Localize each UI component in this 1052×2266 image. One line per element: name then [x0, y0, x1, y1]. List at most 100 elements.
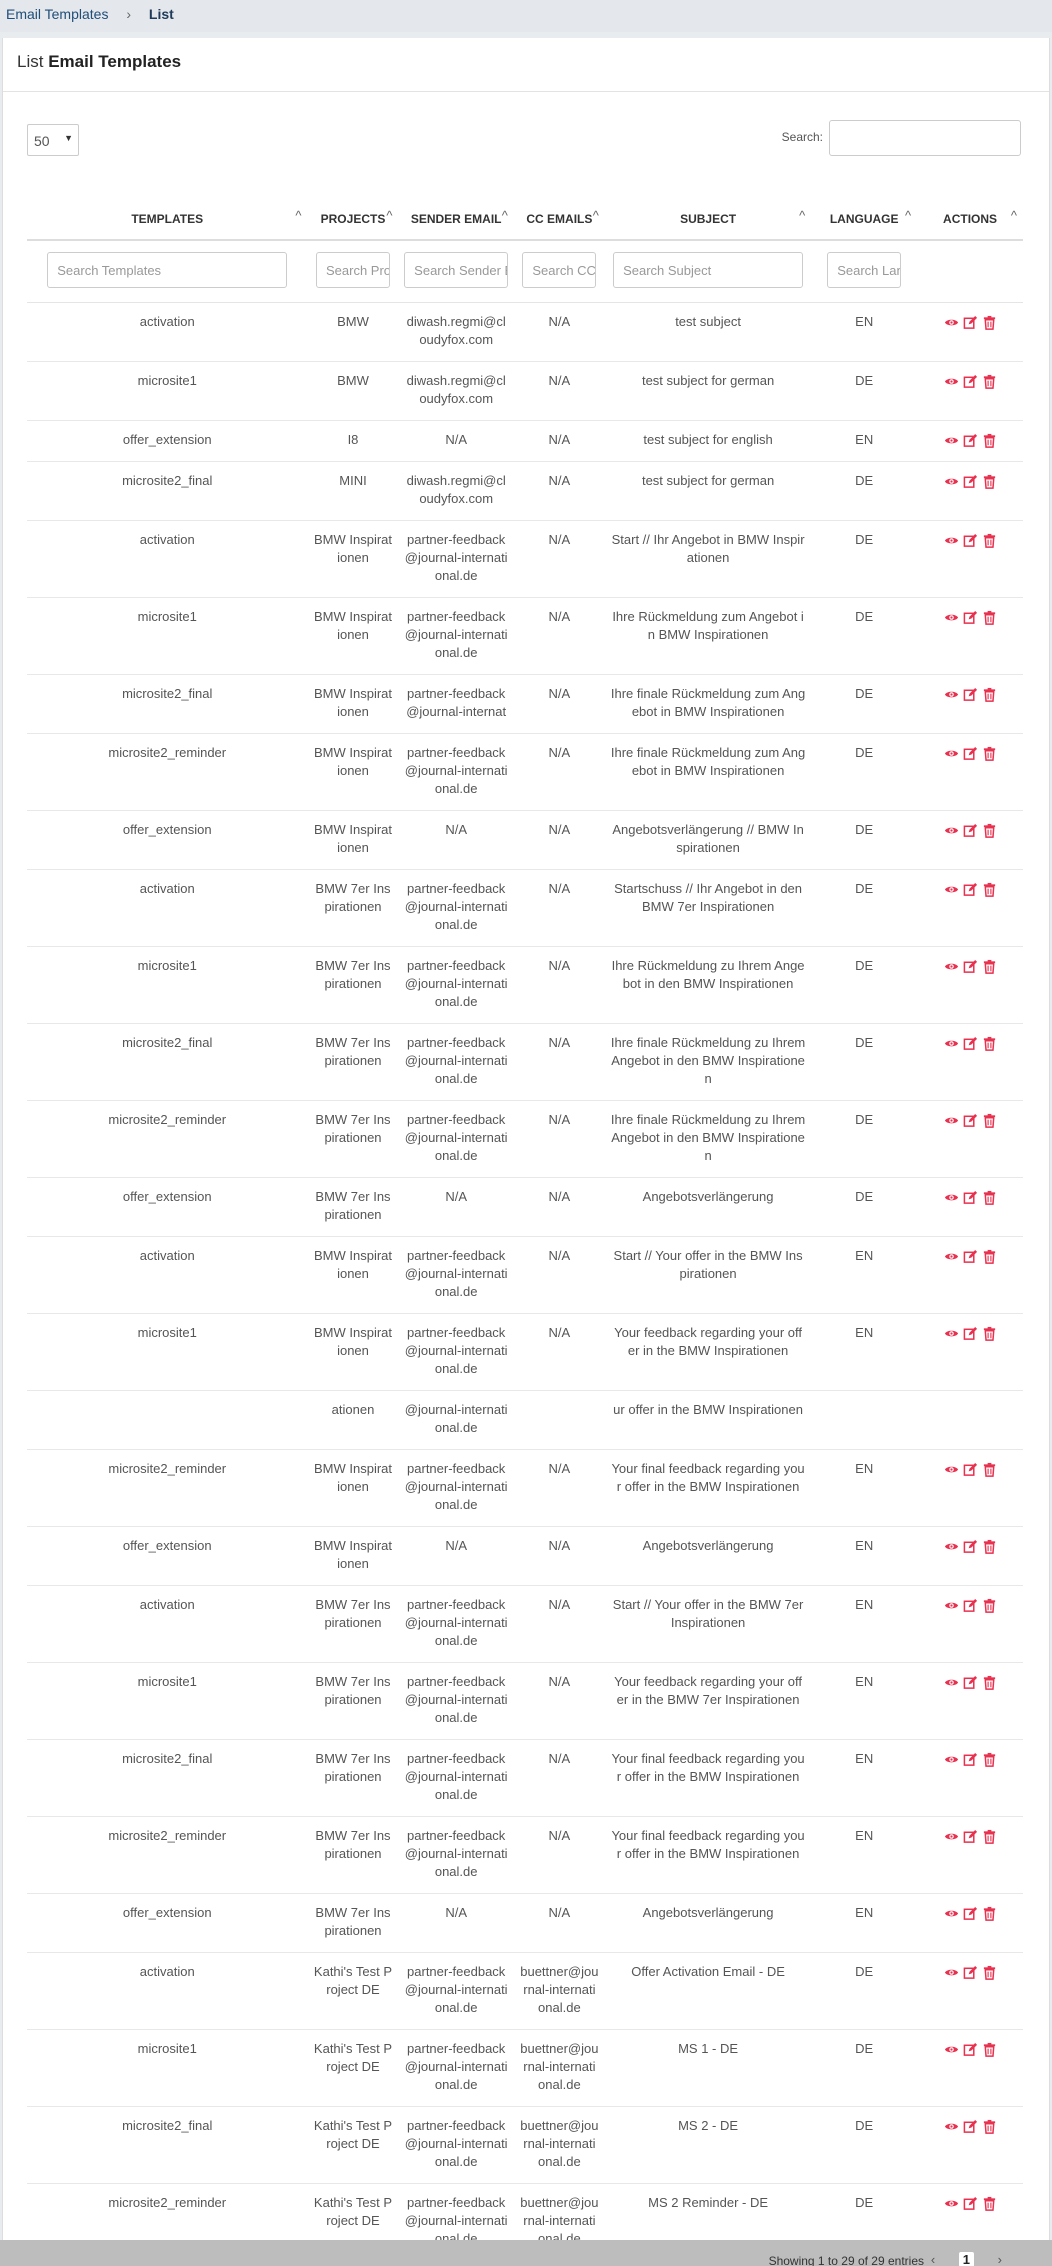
- eye-icon[interactable]: [944, 610, 959, 625]
- filter-input-templates[interactable]: Search Templates: [47, 251, 288, 288]
- project-link[interactable]: BMW 7er Inspirationen: [307, 869, 399, 947]
- project-link[interactable]: BMW Inspirationen: [307, 1449, 399, 1527]
- project-link[interactable]: BMW Inspirationen: [307, 520, 399, 598]
- edit-icon[interactable]: [963, 1326, 978, 1341]
- project-link[interactable]: BMW Inspirationen: [307, 733, 399, 811]
- edit-icon[interactable]: [963, 533, 978, 548]
- trash-icon[interactable]: [982, 2119, 997, 2134]
- filter-input-language[interactable]: Search Language: [827, 251, 902, 288]
- eye-icon[interactable]: [944, 1752, 959, 1767]
- eye-icon[interactable]: [944, 1906, 959, 1921]
- trash-icon[interactable]: [982, 610, 997, 625]
- sort-icon[interactable]: ^: [295, 208, 301, 223]
- edit-icon[interactable]: [963, 882, 978, 897]
- eye-icon[interactable]: [944, 2042, 959, 2057]
- edit-icon[interactable]: [963, 2119, 978, 2134]
- project-link[interactable]: BMW Inspirationen: [307, 597, 399, 675]
- page-1-button[interactable]: 1: [958, 2252, 975, 2266]
- edit-icon[interactable]: [963, 1036, 978, 1051]
- column-header-sender-email[interactable]: SENDER EMAIL ^: [398, 198, 514, 241]
- filter-input-subject[interactable]: Search Subject: [613, 251, 804, 288]
- project-link[interactable]: BMW 7er Inspirationen: [307, 1893, 399, 1953]
- column-header-subject[interactable]: SUBJECT ^: [604, 198, 812, 241]
- trash-icon[interactable]: [982, 1190, 997, 1205]
- edit-icon[interactable]: [963, 687, 978, 702]
- project-link[interactable]: BMW Inspirationen: [307, 674, 399, 734]
- project-link[interactable]: Kathi's Test Project DE: [307, 2029, 399, 2107]
- trash-icon[interactable]: [982, 687, 997, 702]
- eye-icon[interactable]: [944, 959, 959, 974]
- project-link[interactable]: ationen: [307, 1390, 399, 1450]
- edit-icon[interactable]: [963, 474, 978, 489]
- column-header-language[interactable]: LANGUAGE ^: [811, 198, 918, 241]
- trash-icon[interactable]: [982, 315, 997, 330]
- edit-icon[interactable]: [963, 433, 978, 448]
- trash-icon[interactable]: [982, 433, 997, 448]
- eye-icon[interactable]: [944, 1036, 959, 1051]
- trash-icon[interactable]: [982, 959, 997, 974]
- edit-icon[interactable]: [963, 1190, 978, 1205]
- project-link[interactable]: BMW Inspirationen: [307, 1236, 399, 1314]
- edit-icon[interactable]: [963, 2042, 978, 2057]
- eye-icon[interactable]: [944, 1965, 959, 1980]
- trash-icon[interactable]: [982, 882, 997, 897]
- trash-icon[interactable]: [982, 374, 997, 389]
- eye-icon[interactable]: [944, 746, 959, 761]
- trash-icon[interactable]: [982, 474, 997, 489]
- search-input[interactable]: [829, 120, 1021, 156]
- edit-icon[interactable]: [963, 1598, 978, 1613]
- project-link[interactable]: BMW 7er Inspirationen: [307, 1739, 399, 1817]
- trash-icon[interactable]: [982, 1829, 997, 1844]
- eye-icon[interactable]: [944, 1539, 959, 1554]
- project-link[interactable]: BMW 7er Inspirationen: [307, 1662, 399, 1740]
- trash-icon[interactable]: [982, 1249, 997, 1264]
- edit-icon[interactable]: [963, 823, 978, 838]
- trash-icon[interactable]: [982, 1462, 997, 1477]
- sort-icon[interactable]: ^: [799, 208, 805, 223]
- project-link[interactable]: BMW Inspirationen: [307, 810, 399, 870]
- eye-icon[interactable]: [944, 2196, 959, 2211]
- column-header-cc-emails[interactable]: CC EMAILS ^: [513, 198, 605, 241]
- trash-icon[interactable]: [982, 1906, 997, 1921]
- project-link[interactable]: BMW Inspirationen: [307, 1526, 399, 1586]
- edit-icon[interactable]: [963, 1675, 978, 1690]
- eye-icon[interactable]: [944, 474, 959, 489]
- sort-icon[interactable]: ^: [905, 208, 911, 223]
- project-link[interactable]: BMW 7er Inspirationen: [307, 946, 399, 1024]
- eye-icon[interactable]: [944, 315, 959, 330]
- column-header-templates[interactable]: TEMPLATES ^: [27, 198, 308, 241]
- trash-icon[interactable]: [982, 1113, 997, 1128]
- eye-icon[interactable]: [944, 882, 959, 897]
- edit-icon[interactable]: [963, 374, 978, 389]
- sort-icon[interactable]: ^: [1011, 208, 1017, 223]
- eye-icon[interactable]: [944, 1598, 959, 1613]
- column-header-projects[interactable]: PROJECTS ^: [307, 198, 399, 241]
- eye-icon[interactable]: [944, 1249, 959, 1264]
- sort-icon[interactable]: ^: [386, 208, 392, 223]
- edit-icon[interactable]: [963, 1113, 978, 1128]
- edit-icon[interactable]: [963, 1752, 978, 1767]
- project-link[interactable]: BMW: [307, 361, 399, 421]
- trash-icon[interactable]: [982, 533, 997, 548]
- eye-icon[interactable]: [944, 433, 959, 448]
- eye-icon[interactable]: [944, 2119, 959, 2134]
- edit-icon[interactable]: [963, 1906, 978, 1921]
- project-link[interactable]: BMW 7er Inspirationen: [307, 1023, 399, 1101]
- trash-icon[interactable]: [982, 2196, 997, 2211]
- trash-icon[interactable]: [982, 1539, 997, 1554]
- project-link[interactable]: BMW 7er Inspirationen: [307, 1177, 399, 1237]
- next-page-button[interactable]: ›: [998, 2252, 1002, 2266]
- trash-icon[interactable]: [982, 1036, 997, 1051]
- eye-icon[interactable]: [944, 533, 959, 548]
- eye-icon[interactable]: [944, 1190, 959, 1205]
- edit-icon[interactable]: [963, 1965, 978, 1980]
- trash-icon[interactable]: [982, 1675, 997, 1690]
- edit-icon[interactable]: [963, 959, 978, 974]
- eye-icon[interactable]: [944, 1113, 959, 1128]
- page-length-select[interactable]: 50 ▼: [27, 124, 79, 156]
- project-link[interactable]: Kathi's Test Project DE: [307, 1952, 399, 2030]
- eye-icon[interactable]: [944, 1675, 959, 1690]
- edit-icon[interactable]: [963, 746, 978, 761]
- breadcrumb-parent-link[interactable]: Email Templates: [6, 6, 108, 22]
- eye-icon[interactable]: [944, 374, 959, 389]
